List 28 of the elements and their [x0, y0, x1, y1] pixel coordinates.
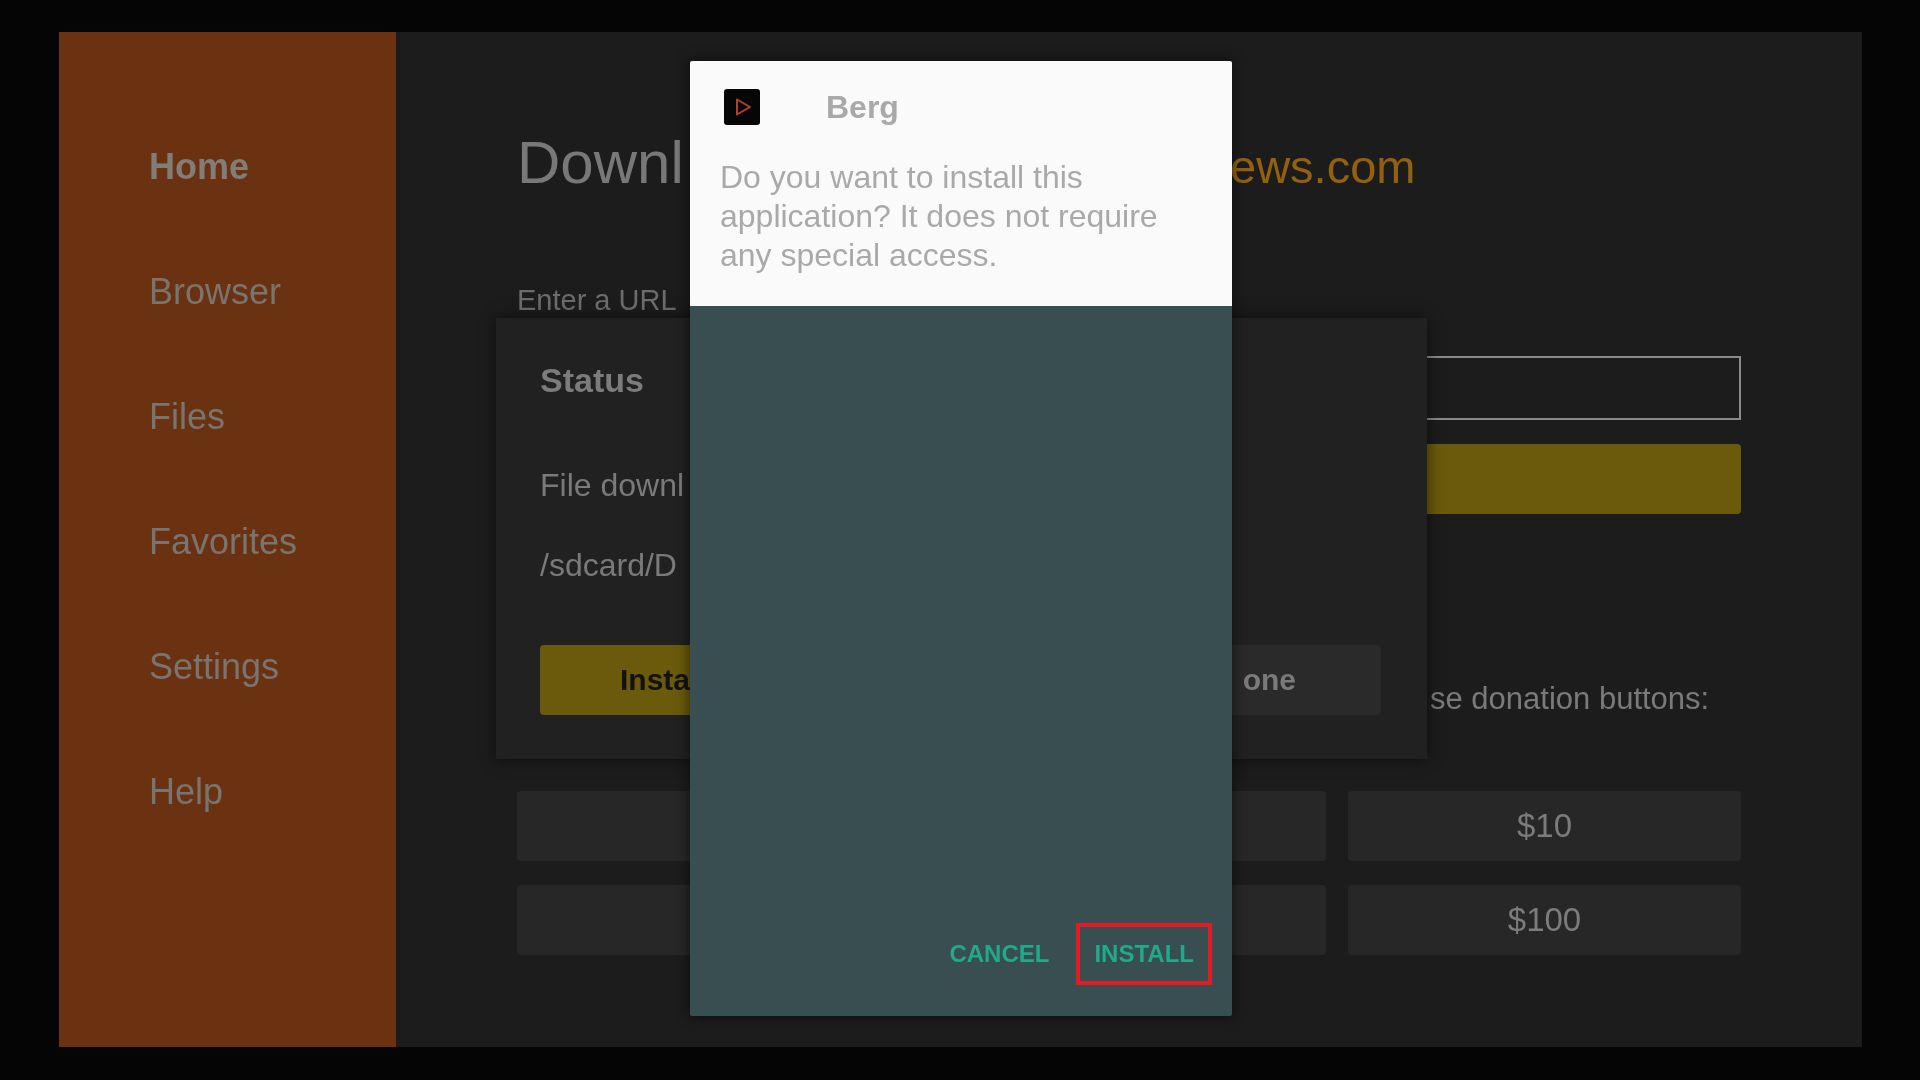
sidebar-item[interactable]: Favorites	[149, 521, 298, 563]
app-name: Berg	[826, 89, 899, 125]
sidebar-item[interactable]: Browser	[149, 271, 282, 313]
status-text: /sdcard/D	[540, 547, 677, 583]
url-label: Enter a URL	[517, 283, 677, 317]
play-icon	[724, 89, 760, 125]
donation-button[interactable]: $10	[1348, 791, 1741, 861]
url-input-field[interactable]	[1427, 356, 1741, 420]
submit-button[interactable]	[1427, 444, 1741, 514]
cancel-button[interactable]: CANCEL	[931, 923, 1068, 985]
install-button[interactable]: INSTALL	[1076, 923, 1212, 985]
page-title-brand: ews.com	[1230, 139, 1416, 195]
sidebar-item[interactable]: Home	[149, 146, 250, 188]
install-message: Do you want to install this application? It does not require any special access.	[720, 158, 1159, 275]
donation-button[interactable]: $100	[1348, 885, 1741, 955]
donation-button[interactable]	[1232, 791, 1326, 861]
sidebar-item[interactable]: Settings	[149, 646, 280, 688]
status-title: Status	[540, 361, 644, 399]
donation-button[interactable]	[517, 791, 690, 861]
sidebar-item[interactable]: Files	[149, 396, 225, 438]
donation-text: se donation buttons:	[1430, 681, 1710, 717]
status-primary-button[interactable]: Insta	[540, 645, 690, 715]
donation-button[interactable]	[517, 885, 690, 955]
page-title: Downl	[517, 128, 684, 198]
donation-button[interactable]	[1232, 885, 1326, 955]
status-text: File downl	[540, 467, 685, 503]
sidebar-item[interactable]: Help	[149, 771, 224, 813]
status-secondary-button[interactable]: one	[1232, 645, 1381, 715]
